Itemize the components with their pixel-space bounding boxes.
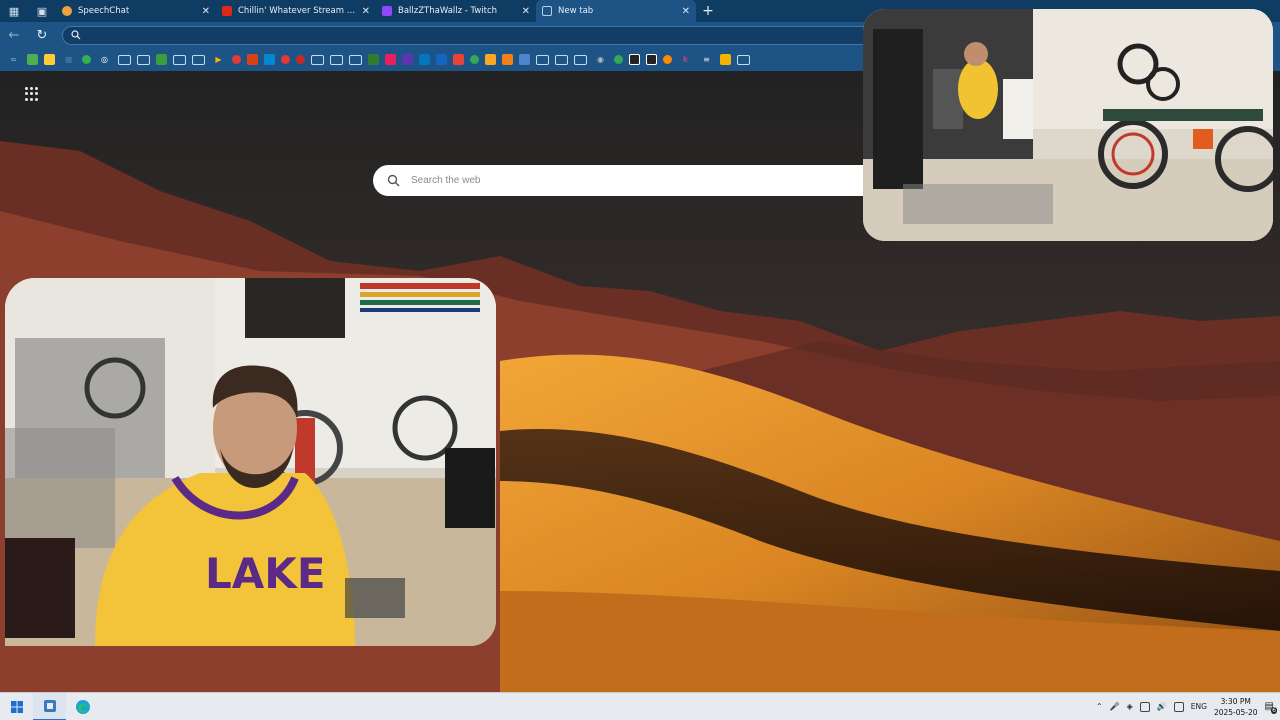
new-tab-button[interactable]: + <box>696 3 720 19</box>
webcam-overlay-main: LAKE <box>5 278 496 646</box>
speechchat-favicon-icon <box>62 6 72 16</box>
apps-launcher-icon[interactable] <box>25 87 39 101</box>
favorite-folder-icon[interactable] <box>173 54 186 65</box>
favorite-folder-icon[interactable] <box>536 54 549 65</box>
taskbar-app-button[interactable] <box>33 692 66 720</box>
back-icon[interactable]: ← <box>0 28 28 43</box>
tab-title: SpeechChat <box>78 6 130 16</box>
favorite-app-icon[interactable] <box>82 55 91 64</box>
favorite-app-icon[interactable] <box>402 54 413 65</box>
notification-count: 6 <box>1271 707 1277 714</box>
keyboard-icon[interactable] <box>1173 701 1184 712</box>
favorite-app-icon[interactable] <box>264 54 275 65</box>
tab-title: BallzZThaWallz - Twitch <box>398 6 498 16</box>
workspaces-icon[interactable]: ▦ <box>0 0 28 22</box>
taskbar-edge-button[interactable] <box>66 693 99 720</box>
favorite-amazon-icon[interactable] <box>646 54 657 65</box>
favorite-app-icon[interactable] <box>156 54 167 65</box>
screen: ▦ ▣ SpeechChat ✕ Chillin' Whatever Strea… <box>0 0 1280 720</box>
favorite-app-icon[interactable] <box>44 54 55 65</box>
favorite-app-icon[interactable] <box>485 54 496 65</box>
favorite-app-icon[interactable] <box>720 54 731 65</box>
twitch-favicon-icon <box>382 6 392 16</box>
language-indicator[interactable]: ENG <box>1191 702 1207 711</box>
favorite-globe-icon[interactable]: ◎ <box>97 54 112 66</box>
favorite-app-icon[interactable] <box>27 54 38 65</box>
favorite-app-icon[interactable] <box>368 54 379 65</box>
address-bar[interactable] <box>62 25 882 45</box>
favorite-app-icon[interactable] <box>281 55 290 64</box>
hidden-icons-chevron-icon[interactable]: ⌃ <box>1096 702 1103 711</box>
security-icon[interactable]: ◈ <box>1127 702 1133 711</box>
volume-icon[interactable]: 🔊 <box>1157 702 1167 711</box>
web-search-box[interactable]: Search the web <box>373 165 893 196</box>
favorite-app-icon[interactable] <box>436 54 447 65</box>
webcam-feed-secondary <box>863 9 1273 241</box>
favorite-app-icon[interactable] <box>232 55 241 64</box>
tab-close-icon[interactable]: ✕ <box>362 6 370 17</box>
clock-date: 2025-05-20 <box>1213 707 1258 717</box>
youtube-favicon-icon <box>222 6 232 16</box>
favorite-amazon-icon[interactable] <box>629 54 640 65</box>
favorite-folder-icon[interactable] <box>311 54 324 65</box>
clock-time: 3:30 PM <box>1220 696 1251 706</box>
favorite-app-icon[interactable] <box>470 55 479 64</box>
tab-close-icon[interactable]: ✕ <box>682 6 690 17</box>
tab-new-tab[interactable]: New tab ✕ <box>536 0 696 22</box>
microphone-icon[interactable]: 🎤 <box>1110 702 1120 711</box>
favorite-app-icon[interactable]: ◉ <box>593 54 608 66</box>
favorite-app-icon[interactable]: ■ <box>61 54 76 66</box>
start-button[interactable] <box>0 693 33 720</box>
favorite-folder-icon[interactable] <box>555 54 568 65</box>
favorite-folder-icon[interactable] <box>349 54 362 65</box>
network-icon[interactable] <box>1139 701 1150 712</box>
favorite-app-icon[interactable] <box>296 55 305 64</box>
system-tray: ⌃ 🎤 ◈ 🔊 ENG 3:30 PM 2025-05-20 ▤ 6 <box>1096 696 1280 718</box>
new-tab-favicon-icon <box>542 6 552 16</box>
tab-close-icon[interactable]: ✕ <box>522 6 530 17</box>
favorite-play-icon[interactable]: ▶ <box>211 54 226 66</box>
favorite-play-icon[interactable] <box>614 55 623 64</box>
notifications-icon[interactable]: ▤ 6 <box>1265 701 1277 714</box>
streaming-app-icon <box>43 699 56 712</box>
reload-icon[interactable]: ↻ <box>28 28 56 43</box>
favorite-folder-icon[interactable] <box>118 54 131 65</box>
tab-close-icon[interactable]: ✕ <box>202 6 210 17</box>
tab-youtube-stream[interactable]: Chillin' Whatever Stream - Fu ✕ <box>216 0 376 22</box>
favorite-app-icon[interactable] <box>453 54 464 65</box>
favorite-app-icon[interactable]: ≡ <box>699 54 714 66</box>
search-icon <box>71 30 81 40</box>
clock[interactable]: 3:30 PM 2025-05-20 <box>1214 696 1258 718</box>
favorite-folder-icon[interactable] <box>137 54 150 65</box>
tab-actions-icon[interactable]: ▣ <box>28 0 56 22</box>
windows-taskbar: ⌃ 🎤 ◈ 🔊 ENG 3:30 PM 2025-05-20 ▤ 6 <box>0 692 1280 720</box>
favorite-app-icon[interactable] <box>502 54 513 65</box>
webcam-overlay-secondary <box>863 9 1273 241</box>
favorite-folder-icon[interactable] <box>574 54 587 65</box>
favorite-folder-icon[interactable] <box>737 54 750 65</box>
favorite-app-icon[interactable] <box>519 54 530 65</box>
tab-speechchat[interactable]: SpeechChat ✕ <box>56 0 216 22</box>
search-icon <box>387 174 400 187</box>
webcam-feed-main: LAKE <box>5 278 496 646</box>
search-placeholder: Search the web <box>411 175 481 186</box>
tab-twitch[interactable]: BallzZThaWallz - Twitch ✕ <box>376 0 536 22</box>
favorite-app-icon[interactable] <box>419 54 430 65</box>
favorite-wave-icon[interactable]: ≈ <box>6 54 21 66</box>
windows-logo-icon <box>10 700 23 713</box>
favorite-app-icon[interactable]: k <box>678 54 693 66</box>
svg-text:LAKE: LAKE <box>205 549 326 598</box>
tab-title: New tab <box>558 6 594 16</box>
favorite-app-icon[interactable] <box>247 54 258 65</box>
favorite-folder-icon[interactable] <box>330 54 343 65</box>
tab-title: Chillin' Whatever Stream - Fu <box>238 6 356 16</box>
favorite-app-icon[interactable] <box>385 54 396 65</box>
edge-icon <box>75 699 90 714</box>
favorite-folder-icon[interactable] <box>192 54 205 65</box>
favorite-app-icon[interactable] <box>663 55 672 64</box>
